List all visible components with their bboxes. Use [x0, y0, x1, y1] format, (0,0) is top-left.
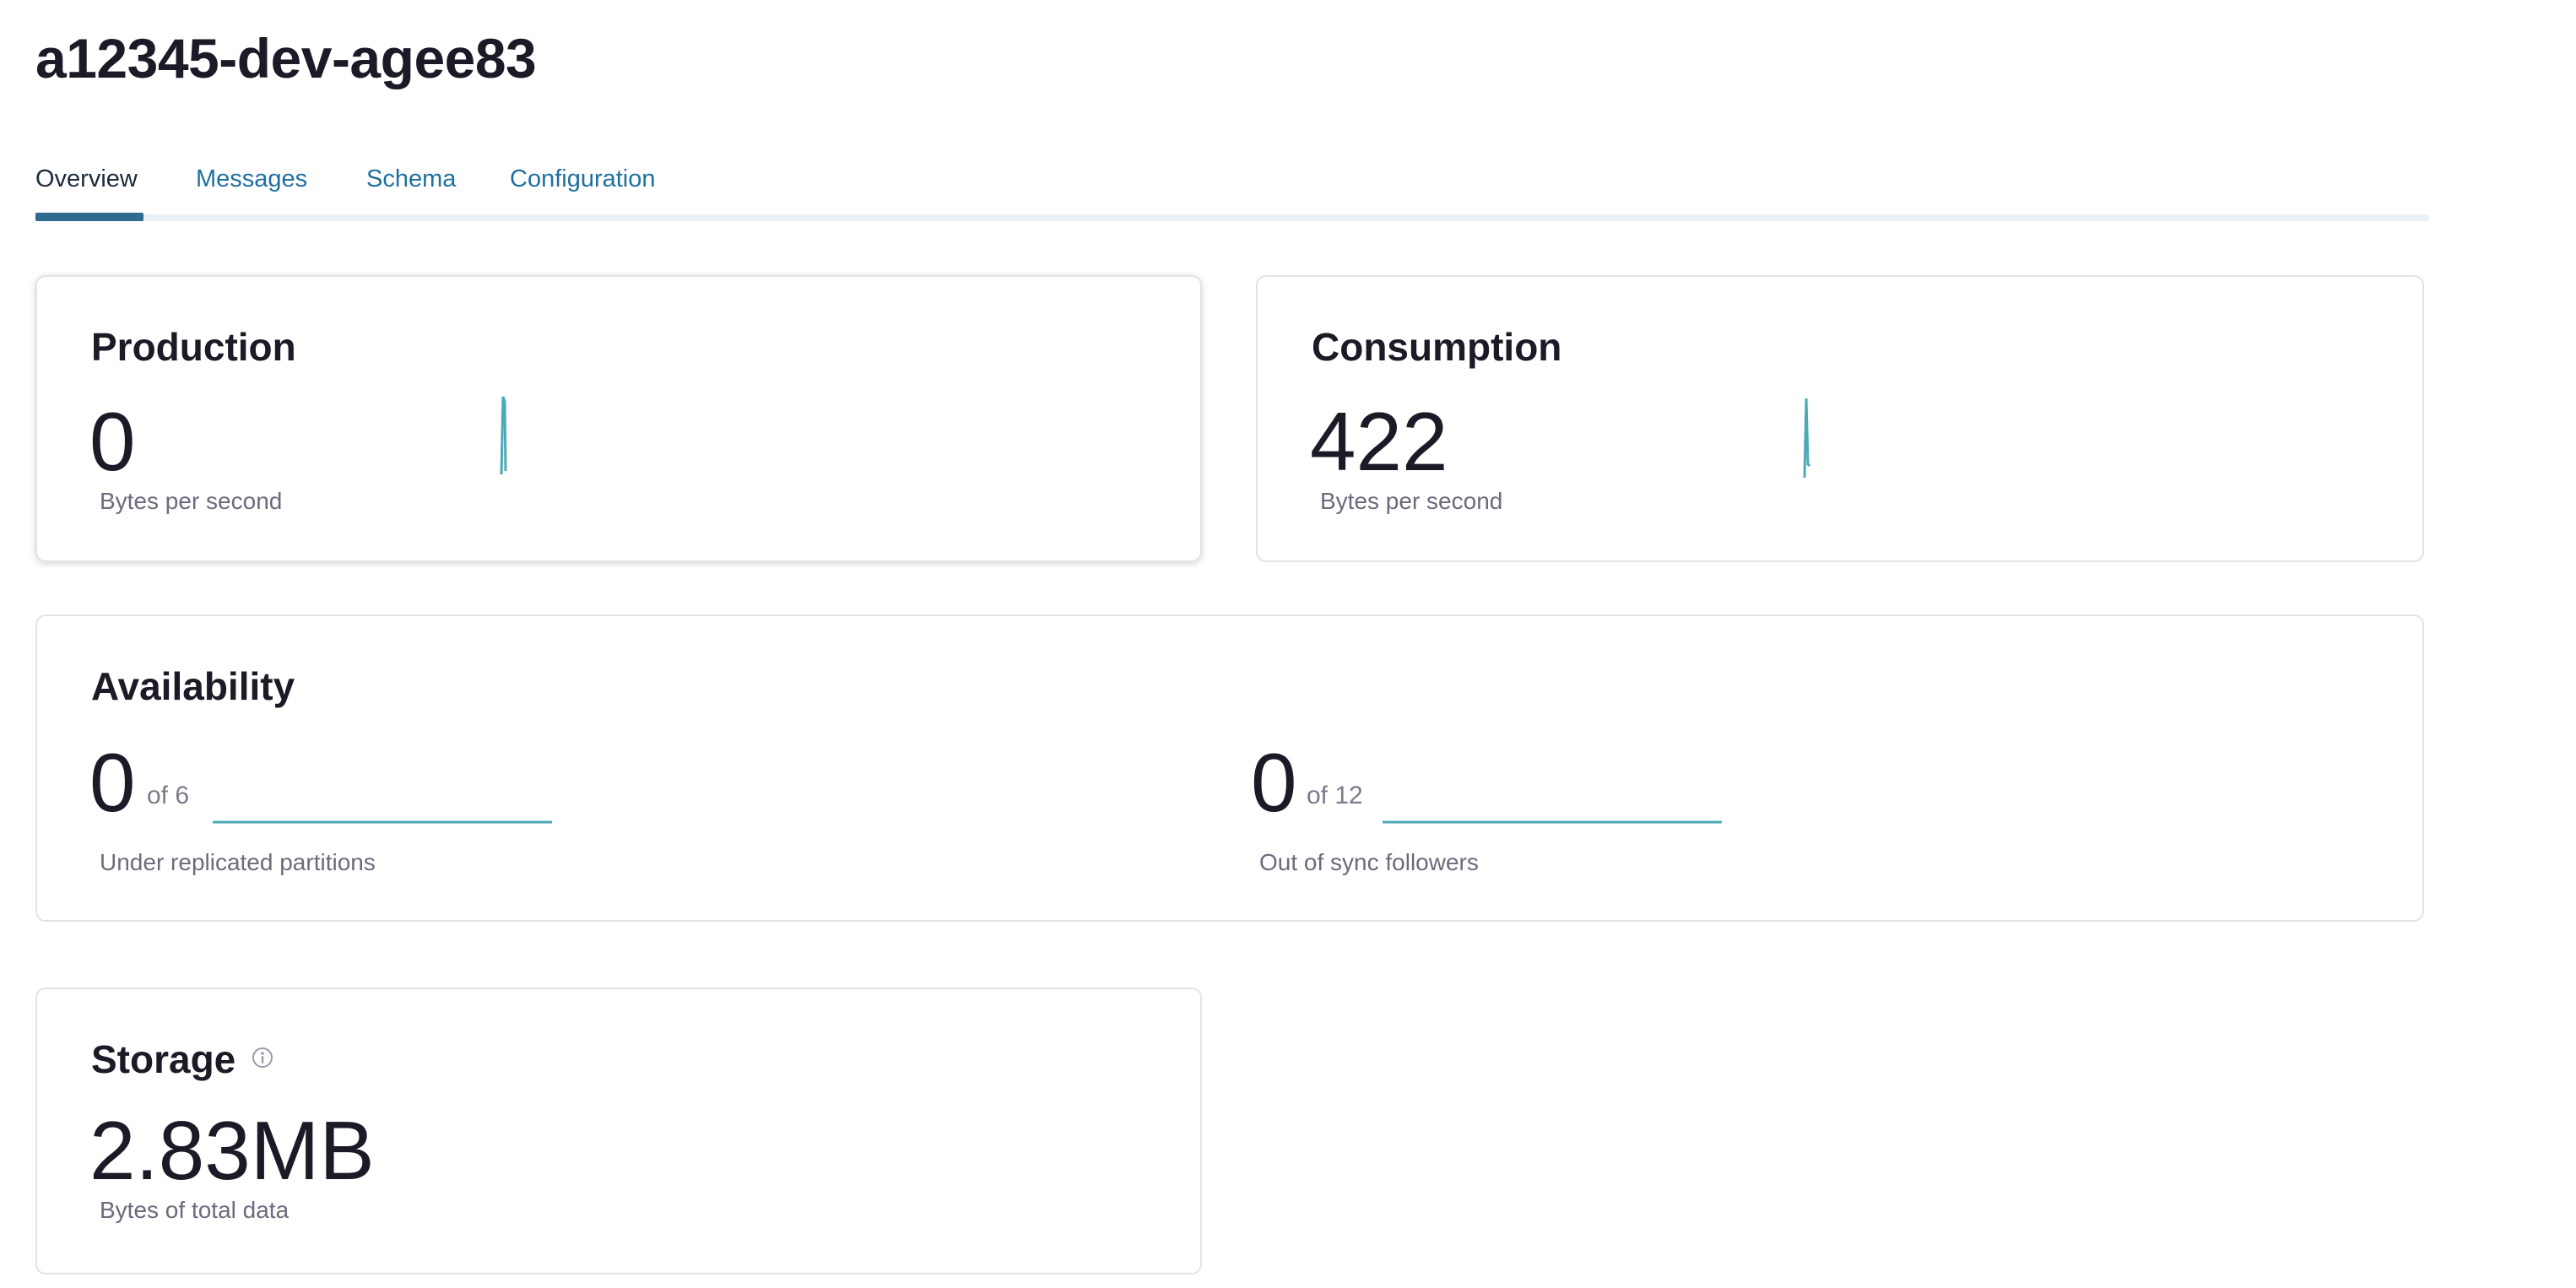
consumption-title: Consumption	[1312, 325, 1562, 369]
storage-label: Bytes of total data	[100, 1197, 290, 1223]
production-value: 0	[89, 395, 136, 488]
tab-overview[interactable]: Overview	[35, 165, 138, 193]
out-of-sync-sparkline	[1383, 820, 1722, 824]
under-replicated-sparkline	[213, 820, 552, 824]
consumption-label: Bytes per second	[1320, 488, 1503, 514]
under-replicated-label: Under replicated partitions	[100, 849, 376, 875]
production-title: Production	[91, 325, 296, 369]
tab-track	[35, 214, 2429, 221]
consumption-card[interactable]: Consumption 422 Bytes per second	[1256, 275, 2424, 562]
production-card[interactable]: Production 0 Bytes per second	[35, 275, 1202, 562]
page-title: a12345-dev-agee83	[35, 27, 537, 89]
availability-title: Availability	[91, 664, 295, 708]
tab-bar: Overview Messages Schema Configuration	[35, 157, 2429, 221]
consumption-value: 422	[1310, 395, 1448, 488]
tab-schema[interactable]: Schema	[366, 165, 456, 193]
info-icon[interactable]	[252, 1047, 273, 1069]
active-tab-indicator	[35, 213, 143, 221]
tab-messages[interactable]: Messages	[196, 165, 307, 193]
production-sparkline	[500, 396, 507, 475]
storage-value: 2.83MB	[89, 1104, 375, 1197]
under-replicated-value: 0	[89, 736, 136, 829]
out-of-sync-label: Out of sync followers	[1259, 849, 1479, 875]
availability-card[interactable]: Availability 0 of 6 Under replicated par…	[35, 614, 2424, 922]
storage-card[interactable]: Storage 2.83MB Bytes of total data	[35, 988, 1202, 1274]
out-of-sync-of: of 12	[1307, 782, 1363, 809]
production-label: Bytes per second	[100, 488, 283, 514]
consumption-sparkline	[1803, 398, 1811, 479]
storage-title: Storage	[91, 1037, 236, 1081]
under-replicated-of: of 6	[147, 782, 190, 809]
tab-configuration[interactable]: Configuration	[510, 165, 656, 193]
out-of-sync-value: 0	[1251, 736, 1297, 829]
